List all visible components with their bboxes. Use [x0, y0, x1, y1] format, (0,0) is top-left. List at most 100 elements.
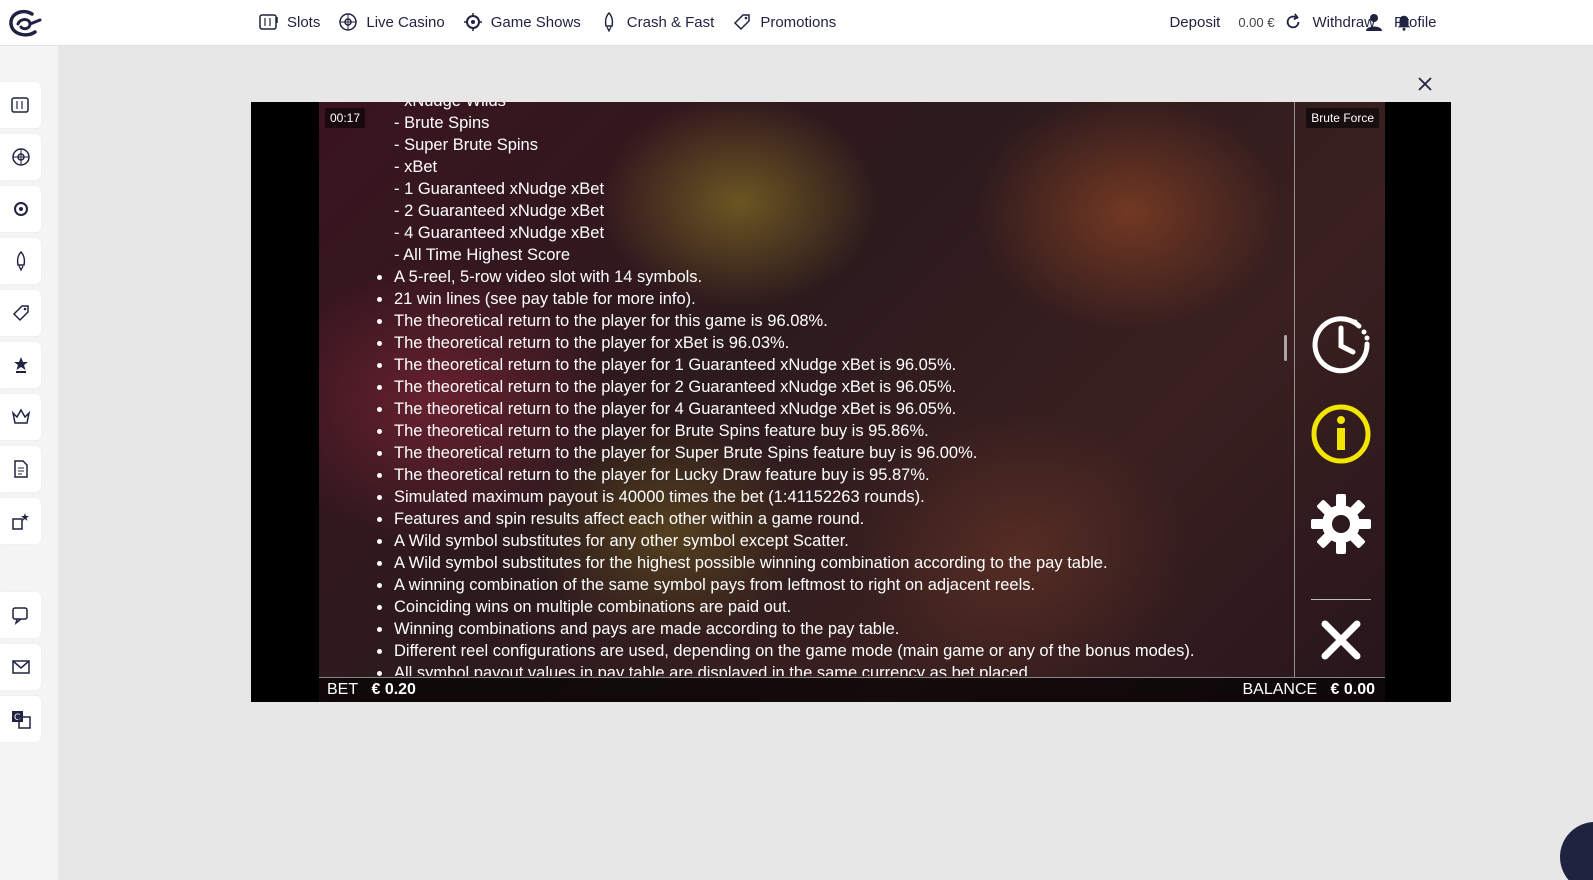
info-sub-item: - 1 Guaranteed xNudge xBet	[394, 180, 605, 198]
logo-icon[interactable]	[8, 8, 42, 38]
main-nav: Slots Live Casino Game Shows Crash & Fas…	[259, 0, 836, 44]
wheel-icon	[13, 202, 28, 216]
nav-crash-fast-label: Crash & Fast	[626, 13, 715, 31]
svg-text:G: G	[14, 713, 21, 723]
info-bullet: The theoretical return to the player for…	[339, 464, 1279, 486]
settings-button[interactable]	[1309, 492, 1373, 556]
close-game-button[interactable]	[1309, 608, 1373, 672]
scrollbar-thumb[interactable]	[1284, 335, 1287, 361]
nav-slots[interactable]: Slots	[259, 12, 320, 32]
info-bullet: Features and spin results affect each ot…	[339, 508, 1279, 530]
roulette-icon	[11, 148, 30, 166]
close-icon	[1321, 620, 1361, 660]
nav-promotions[interactable]: Promotions	[732, 12, 836, 32]
info-sub-item: - All Time Highest Score	[394, 246, 571, 264]
sidebar-item-promotions[interactable]	[0, 290, 41, 336]
tag-icon	[734, 14, 751, 31]
nav-live-casino-label: Live Casino	[366, 13, 445, 31]
info-bullet: All symbol payout values in pay table ar…	[339, 662, 1279, 676]
game-info-text[interactable]: - xNudge Wilds - Brute Spins - Super Bru…	[339, 102, 1279, 676]
mail-icon	[11, 660, 30, 674]
sidebar-item-live-casino[interactable]	[0, 134, 41, 180]
info-button[interactable]	[1309, 402, 1373, 466]
info-bullet: A Wild symbol substitutes for any other …	[339, 530, 1279, 552]
panel-divider	[1294, 102, 1295, 677]
info-bullet: The theoretical return to the player for…	[339, 376, 1279, 398]
game-name-badge: Brute Force	[1306, 108, 1379, 128]
nav-crash-fast[interactable]: Crash & Fast	[599, 12, 715, 32]
info-bullet: The theoretical return to the player for…	[339, 442, 1279, 464]
close-modal-icon[interactable]	[1415, 74, 1435, 94]
chat-widget-button[interactable]	[1560, 822, 1593, 880]
nav-slots-label: Slots	[287, 13, 321, 31]
sidebar-item-game-shows[interactable]	[0, 186, 41, 232]
info-bullet: The theoretical return to the player for…	[339, 310, 1279, 332]
nav-game-shows[interactable]: Game Shows	[463, 12, 581, 32]
stars-icon	[11, 513, 29, 530]
bet-label: BET	[327, 681, 359, 698]
controls-divider	[1311, 599, 1371, 600]
translate-icon: G	[11, 711, 31, 729]
top-navigation: Slots Live Casino Game Shows Crash & Fas…	[0, 0, 1593, 46]
info-bullet: Coinciding wins on multiple combinations…	[339, 596, 1279, 618]
rocket-icon	[604, 12, 613, 32]
balance-amount: 0.00 €	[1238, 14, 1275, 30]
sidebar-item-mail[interactable]	[0, 644, 41, 690]
profile-label: Profile	[1394, 13, 1437, 31]
roulette-icon	[339, 13, 358, 31]
history-button[interactable]	[1309, 312, 1373, 376]
deposit-button[interactable]: Deposit	[1169, 14, 1220, 31]
user-icon	[1366, 14, 1382, 31]
nav-game-shows-label: Game Shows	[490, 13, 581, 31]
bet-display: BET € 0.20	[327, 681, 416, 699]
refresh-icon[interactable]	[1284, 13, 1302, 31]
balance-label: BALANCE	[1242, 681, 1318, 698]
wheel-icon	[463, 13, 482, 31]
sidebar-item-chat[interactable]	[0, 592, 41, 638]
info-bullet: 21 win lines (see pay table for more inf…	[339, 288, 1279, 310]
slots-icon	[259, 14, 278, 30]
info-bullet: Different reel configurations are used, …	[339, 640, 1279, 662]
chat-icon	[11, 607, 28, 625]
info-sub-item: - xBet	[394, 158, 438, 176]
info-bullet: A Wild symbol substitutes for the highes…	[339, 552, 1279, 574]
info-bullet: The theoretical return to the player for…	[339, 332, 1279, 354]
info-bullet: A 5-reel, 5-row video slot with 14 symbo…	[339, 266, 1279, 288]
info-sub-item: - xNudge Wilds	[339, 102, 1279, 112]
document-icon	[13, 460, 28, 478]
sidebar-item-crash-fast[interactable]	[0, 238, 41, 284]
info-sub-item: - Brute Spins	[394, 114, 490, 132]
sidebar-item-stars[interactable]	[0, 498, 41, 544]
info-bullet: Winning combinations and pays are made a…	[339, 618, 1279, 640]
info-sub-item: - Super Brute Spins	[394, 136, 538, 154]
info-bullet: The theoretical return to the player for…	[339, 420, 1279, 442]
info-icon	[1311, 404, 1371, 464]
nav-promotions-label: Promotions	[760, 13, 837, 31]
sidebar-item-slots[interactable]	[0, 82, 41, 128]
trophy-icon	[13, 357, 28, 373]
game-frame: - xNudge Wilds - Brute Spins - Super Bru…	[251, 102, 1451, 702]
left-sidebar: G	[0, 46, 58, 880]
tag-icon	[12, 305, 29, 322]
crown-icon	[11, 408, 30, 424]
info-sub-item: - 2 Guaranteed xNudge xBet	[394, 202, 605, 220]
bet-value: € 0.20	[371, 681, 416, 698]
gear-icon	[1311, 494, 1371, 554]
sidebar-item-crown[interactable]	[0, 394, 41, 440]
sidebar-item-document[interactable]	[0, 446, 41, 492]
profile-button[interactable]: Profile	[1364, 0, 1437, 44]
slots-icon	[10, 97, 29, 113]
info-bullet: The theoretical return to the player for…	[339, 354, 1279, 376]
nav-live-casino[interactable]: Live Casino	[338, 12, 445, 32]
sidebar-item-trophy[interactable]	[0, 342, 41, 388]
game-area[interactable]: - xNudge Wilds - Brute Spins - Super Bru…	[319, 102, 1385, 702]
sidebar-item-translate[interactable]: G	[0, 696, 41, 742]
clock-icon	[1312, 316, 1370, 374]
balance-display: BALANCE € 0.00	[1242, 681, 1375, 699]
bet-balance-bar: BET € 0.20 BALANCE € 0.00	[319, 677, 1385, 702]
info-bullet: Simulated maximum payout is 40000 times …	[339, 486, 1279, 508]
session-timer: 00:17	[325, 108, 366, 128]
info-sub-item: - 4 Guaranteed xNudge xBet	[394, 224, 605, 242]
info-bullet: A winning combination of the same symbol…	[339, 574, 1279, 596]
balance-value: € 0.00	[1330, 681, 1375, 698]
